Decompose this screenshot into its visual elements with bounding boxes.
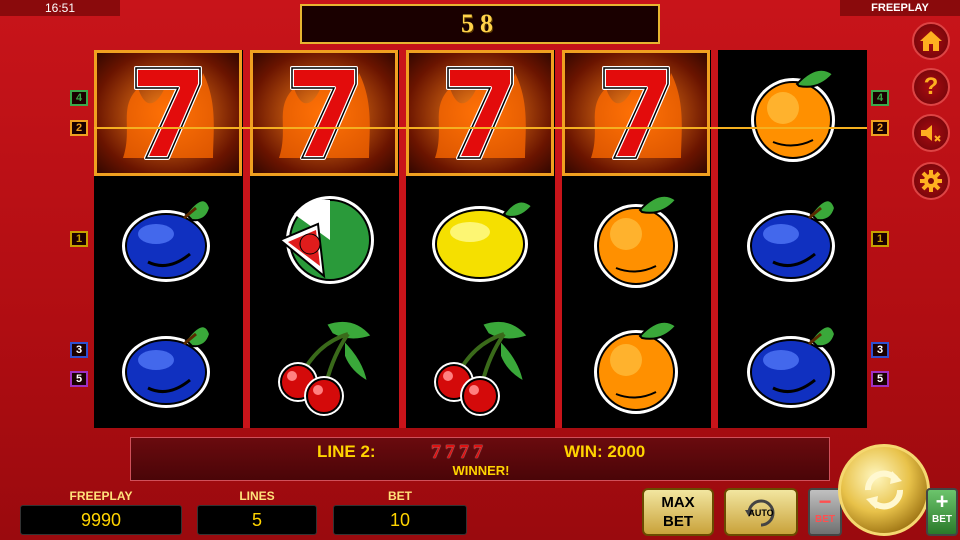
help-icon: ?	[923, 73, 939, 100]
reel-separator	[243, 50, 250, 428]
win-line-label: LINE 2:	[317, 442, 376, 461]
auto-button[interactable]: AUTO	[724, 488, 798, 536]
max-bet-top-label: MAX	[661, 494, 695, 511]
line-marker-1[interactable]: 1	[70, 231, 88, 247]
sound-button[interactable]	[912, 114, 950, 152]
lines-label: LINES	[239, 489, 275, 503]
mode-label: FREEPLAY	[840, 0, 960, 16]
line-marker-5[interactable]: 5	[70, 371, 88, 387]
max-bet-bottom-label: BET	[663, 513, 693, 530]
top-win-display: 58	[300, 4, 660, 44]
seven-symbol	[406, 50, 554, 176]
reel-2	[250, 50, 398, 428]
win-info-bar: LINE 2: 7777 WIN: 2000 WINNER!	[130, 437, 830, 481]
auto-label: AUTO	[748, 508, 774, 518]
max-bet-button[interactable]: MAX BET	[642, 488, 714, 536]
seven-symbol	[250, 50, 398, 176]
plus-icon: +	[935, 489, 949, 514]
lemon-symbol	[406, 176, 554, 302]
line-marker-4[interactable]: 4	[871, 90, 889, 106]
home-button[interactable]	[912, 22, 950, 60]
win-amount: WIN: 2000	[564, 442, 646, 461]
reel-4	[562, 50, 710, 428]
line-marker-2[interactable]: 2	[871, 120, 889, 136]
reel-separator	[711, 50, 718, 428]
bet-label: BET	[388, 489, 412, 503]
spin-icon	[864, 470, 904, 510]
help-button[interactable]: ?	[912, 68, 950, 106]
home-icon	[920, 31, 942, 51]
winner-text: WINNER!	[452, 463, 510, 478]
minus-icon: −	[818, 489, 832, 514]
line-marker-4[interactable]: 4	[70, 90, 88, 106]
line-marker-2[interactable]: 2	[70, 120, 88, 136]
cherries-symbol	[250, 302, 398, 428]
plum-symbol	[94, 302, 242, 428]
freeplay-label: FREEPLAY	[69, 489, 133, 503]
bet-plus-button[interactable]: + BET	[926, 488, 958, 536]
lines-value[interactable]: 5	[197, 505, 317, 535]
orange-symbol	[719, 50, 867, 176]
win-symbols: 7777	[431, 441, 487, 463]
orange-symbol	[562, 302, 710, 428]
orange-symbol	[562, 176, 710, 302]
bet-minus-button[interactable]: − BET	[808, 488, 842, 536]
freeplay-value: 9990	[20, 505, 182, 535]
plum-symbol	[719, 302, 867, 428]
reels-area	[94, 50, 867, 428]
sound-muted-icon	[921, 125, 941, 142]
settings-button[interactable]	[912, 162, 950, 200]
cherries-symbol	[406, 302, 554, 428]
reel-5	[719, 50, 867, 428]
reel-separator	[555, 50, 562, 428]
seven-symbol	[94, 50, 242, 176]
settings-icon	[920, 170, 942, 192]
line-marker-1[interactable]: 1	[871, 231, 889, 247]
payline-2	[94, 127, 867, 129]
reel-1	[94, 50, 242, 428]
bet-minus-label: BET	[815, 514, 835, 525]
bet-value: 10	[333, 505, 467, 535]
clock: 16:51	[0, 0, 120, 16]
seven-symbol	[562, 50, 710, 176]
bet-plus-label: BET	[932, 514, 952, 525]
plum-symbol	[719, 176, 867, 302]
line-marker-5[interactable]: 5	[871, 371, 889, 387]
line-marker-3[interactable]: 3	[70, 342, 88, 358]
spin-button[interactable]	[838, 444, 930, 536]
line-marker-3[interactable]: 3	[871, 342, 889, 358]
reel-separator	[399, 50, 406, 428]
reel-3	[406, 50, 554, 428]
plum-symbol	[94, 176, 242, 302]
watermelon-symbol	[250, 176, 398, 302]
